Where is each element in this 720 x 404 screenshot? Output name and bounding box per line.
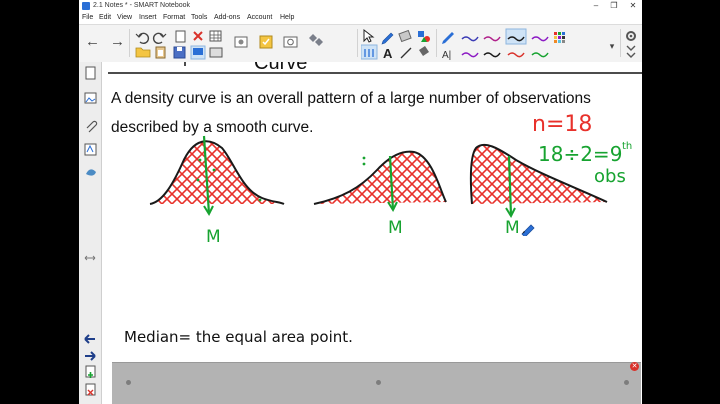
menu-account[interactable]: Account [247, 12, 272, 24]
toolbar-drawing-tools: A [361, 28, 430, 60]
shapes-icon[interactable] [418, 31, 430, 42]
toolbar-separator [436, 29, 437, 57]
menu-help[interactable]: Help [280, 12, 294, 24]
gallery-dot[interactable] [126, 380, 131, 385]
heading-fragment: Curve [254, 62, 308, 74]
gear-icon[interactable] [626, 31, 636, 41]
close-button[interactable]: ✕ [624, 0, 642, 12]
menu-insert[interactable]: Insert [139, 12, 157, 24]
menu-file[interactable]: File [82, 12, 93, 24]
side-tabs [84, 66, 98, 396]
app-logo-icon [82, 2, 90, 10]
table-select-icon[interactable] [361, 44, 378, 60]
previous-page-button[interactable]: ← [85, 34, 100, 49]
line-tool-icon[interactable] [400, 47, 412, 59]
window-title: 2.1 Notes * - SMART Notebook [93, 2, 191, 9]
select-icon[interactable] [363, 28, 375, 43]
page-sorter-icon[interactable] [85, 66, 96, 80]
gallery-icon[interactable] [84, 92, 97, 104]
text-pen-icon[interactable]: A| [442, 50, 451, 60]
undo-icon[interactable] [135, 32, 150, 45]
pen-style-4[interactable] [531, 36, 549, 42]
pencil-icon[interactable] [442, 32, 454, 44]
menu-bar: File Edit View Insert Format Tools Add-o… [79, 12, 642, 24]
text-tool-icon[interactable]: A [383, 46, 393, 60]
gallery-dot[interactable] [624, 380, 629, 385]
pen-style-6[interactable] [483, 52, 501, 58]
chevron-down-icon[interactable] [626, 45, 636, 51]
toolbar-more-dropdown[interactable]: ▾ [605, 39, 619, 53]
color-palette-icon[interactable] [554, 32, 565, 43]
annotation-obs: obs [594, 166, 626, 187]
close-gallery-icon[interactable]: ✕ [630, 362, 639, 371]
menu-view[interactable]: View [117, 12, 132, 24]
gallery-dot[interactable] [376, 380, 381, 385]
gallery-strip [112, 362, 641, 404]
menu-edit[interactable]: Edit [99, 12, 111, 24]
annotation-sample-size: n=18 [532, 112, 593, 137]
toolbar: ← → A A| ▾ [79, 24, 642, 63]
restore-button[interactable]: ❐ [605, 0, 623, 12]
add-page-icon[interactable] [85, 365, 96, 378]
redo-icon[interactable] [152, 32, 167, 45]
new-page-icon[interactable] [175, 30, 186, 43]
next-arrow-icon[interactable] [85, 351, 96, 361]
whiteboard-page[interactable]: Curve A density curve is an overall patt… [102, 62, 642, 404]
toolbar-file-tools [135, 30, 323, 60]
capture-icon[interactable] [234, 36, 248, 48]
annotation-th: th [622, 141, 633, 152]
median-statement: Median= the equal area point. [124, 328, 353, 346]
response-icon[interactable] [259, 35, 273, 49]
side-tab-bar [79, 62, 102, 404]
toolbar-separator [620, 29, 621, 57]
chevron-down-icon[interactable] [626, 52, 636, 58]
document-camera-icon[interactable] [283, 36, 298, 48]
save-icon[interactable] [173, 46, 186, 59]
toolbar-separator [357, 29, 358, 57]
add-ons-icon[interactable] [86, 169, 96, 176]
fill-icon[interactable] [419, 46, 429, 56]
median-label-2: M [388, 218, 403, 238]
full-screen-icon[interactable] [190, 45, 206, 60]
menu-tools[interactable]: Tools [191, 12, 207, 24]
median-label-1: M [206, 227, 221, 247]
properties-icon[interactable] [84, 143, 97, 156]
smart-notebook-window: 2.1 Notes * - SMART Notebook – ❐ ✕ File … [79, 0, 642, 404]
toolbar-settings [626, 31, 636, 58]
heading-underline [108, 62, 642, 74]
screen-shade-icon[interactable] [209, 47, 223, 58]
svg-text:A|: A| [442, 50, 451, 60]
pen-style-8[interactable] [531, 52, 549, 58]
menu-format[interactable]: Format [163, 12, 185, 24]
smart-tools-icon[interactable] [309, 34, 323, 46]
delete-icon[interactable] [193, 31, 203, 41]
pen-style-selected[interactable] [505, 28, 527, 45]
previous-arrow-icon[interactable] [84, 334, 95, 344]
menu-addons[interactable]: Add-ons [214, 12, 240, 24]
pen-styles-palette: A| [442, 28, 565, 60]
left-skewed-curve [313, 150, 447, 213]
table-icon[interactable] [209, 30, 222, 42]
toolbar-separator [129, 29, 130, 57]
attachments-icon[interactable] [86, 120, 98, 133]
pen-tool-icon[interactable] [381, 32, 394, 45]
minimize-button[interactable]: – [587, 0, 605, 12]
next-page-button[interactable]: → [110, 34, 125, 49]
pen-style-7[interactable] [507, 52, 525, 58]
median-label-3: M [505, 218, 520, 238]
annotation-calculation: 18÷2=9 [538, 142, 623, 166]
eraser-icon[interactable] [398, 29, 412, 43]
open-file-icon[interactable] [135, 47, 151, 58]
pen-cursor-icon [521, 224, 535, 236]
paste-icon[interactable] [155, 46, 166, 59]
pen-style-1[interactable] [461, 36, 479, 42]
symmetric-curve [149, 135, 285, 217]
auto-hide-icon[interactable] [84, 255, 96, 261]
definition-line-1: A density curve is an overall pattern of… [111, 90, 591, 107]
pen-style-5[interactable] [461, 52, 479, 58]
pen-style-2[interactable] [483, 36, 501, 42]
delete-page-icon[interactable] [85, 383, 96, 396]
